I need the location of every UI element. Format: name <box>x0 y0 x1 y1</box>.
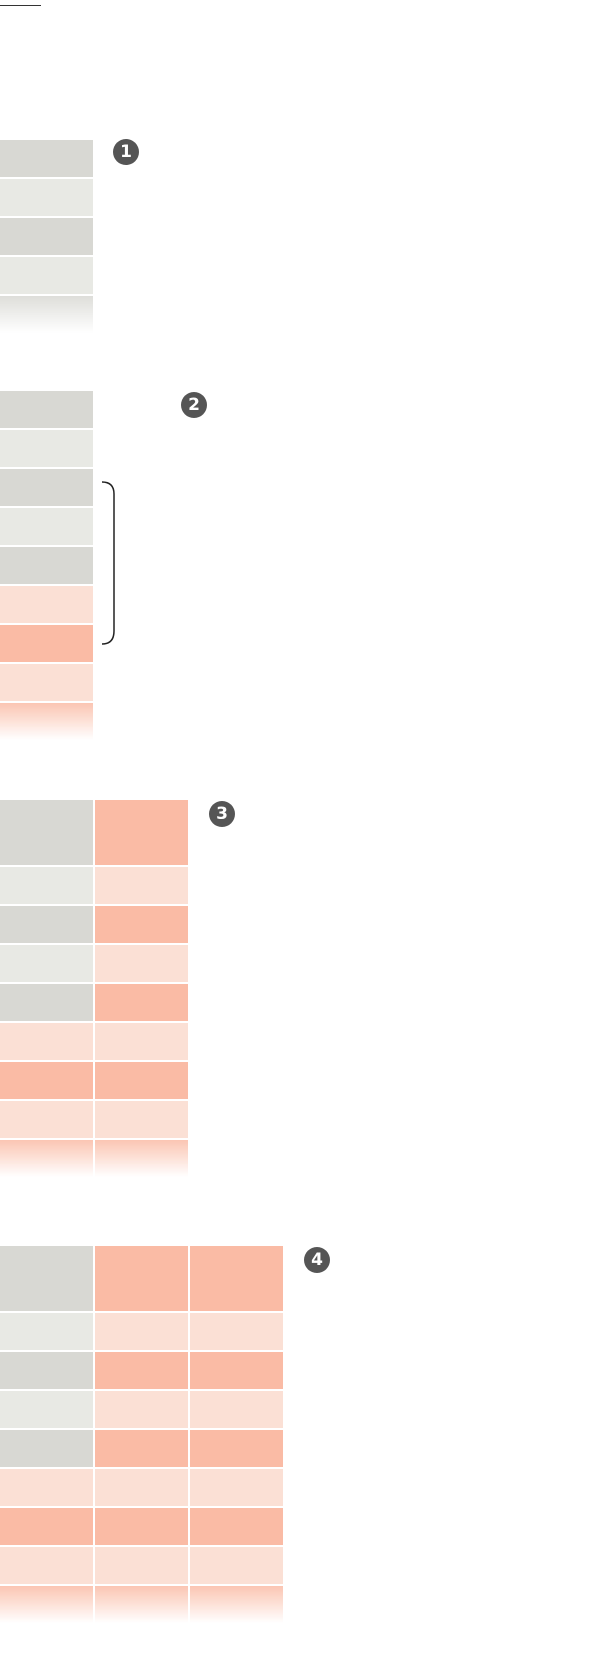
table-row-cell <box>95 1547 188 1584</box>
table-row-cell <box>0 586 93 623</box>
table-row-cell <box>0 1140 93 1177</box>
table-row-cell <box>190 1469 283 1506</box>
table-row-cell <box>0 703 93 740</box>
table-row-cell <box>0 906 93 943</box>
table-row-cell <box>0 391 93 428</box>
table-header-cell <box>95 800 188 865</box>
table-row-cell <box>0 664 93 701</box>
table-row-cell <box>0 140 93 177</box>
table-row-cell <box>0 1469 93 1506</box>
table-row-cell <box>0 945 93 982</box>
table-row-cell <box>0 1101 93 1138</box>
table-row-cell <box>0 625 93 662</box>
table-row-cell <box>0 430 93 467</box>
table-row-cell <box>0 257 93 294</box>
table-row-cell <box>190 1391 283 1428</box>
table-row-cell <box>95 1391 188 1428</box>
table-row-cell <box>0 1352 93 1389</box>
table-row-cell <box>0 984 93 1021</box>
table-row-cell <box>0 218 93 255</box>
table-row-cell <box>95 906 188 943</box>
table-row-cell <box>0 1547 93 1584</box>
table-row-cell <box>95 984 188 1021</box>
table-row-cell <box>95 1313 188 1350</box>
table-row-cell <box>95 1140 188 1177</box>
table-row-cell <box>0 296 93 333</box>
step-marker-1: 1 <box>113 139 139 165</box>
table-row-cell <box>190 1430 283 1467</box>
table-row-cell <box>190 1352 283 1389</box>
table-row-cell <box>190 1508 283 1545</box>
table-row-cell <box>95 1508 188 1545</box>
table-row-cell <box>0 179 93 216</box>
table-row-cell <box>0 1313 93 1350</box>
step-marker-3: 3 <box>209 801 235 827</box>
table-row-cell <box>190 1586 283 1623</box>
table-row-cell <box>0 1062 93 1099</box>
table-header-cell <box>190 1246 283 1311</box>
table-row-cell <box>0 1391 93 1428</box>
table-header-cell <box>0 1246 93 1311</box>
table-row-cell <box>95 945 188 982</box>
table-row-cell <box>0 1586 93 1623</box>
step-marker-2: 2 <box>181 392 207 418</box>
table-row-cell <box>95 1352 188 1389</box>
table-row-cell <box>190 1313 283 1350</box>
table-row-cell <box>0 469 93 506</box>
table-row-cell <box>190 1547 283 1584</box>
table-row-cell <box>95 1062 188 1099</box>
table-row-cell <box>95 1469 188 1506</box>
table-row-cell <box>0 1430 93 1467</box>
table-header-cell <box>95 1246 188 1311</box>
table-row-cell <box>0 867 93 904</box>
step-marker-4: 4 <box>304 1247 330 1273</box>
table-row-cell <box>0 547 93 584</box>
table-row-cell <box>0 1508 93 1545</box>
table-row-cell <box>95 867 188 904</box>
table-row-cell <box>95 1101 188 1138</box>
table-row-cell <box>95 1430 188 1467</box>
table-row-cell <box>95 1023 188 1060</box>
top-rule <box>0 5 41 6</box>
table-row-cell <box>95 1586 188 1623</box>
row-group-bracket <box>101 481 115 645</box>
table-row-cell <box>0 1023 93 1060</box>
table-header-cell <box>0 800 93 865</box>
table-row-cell <box>0 508 93 545</box>
